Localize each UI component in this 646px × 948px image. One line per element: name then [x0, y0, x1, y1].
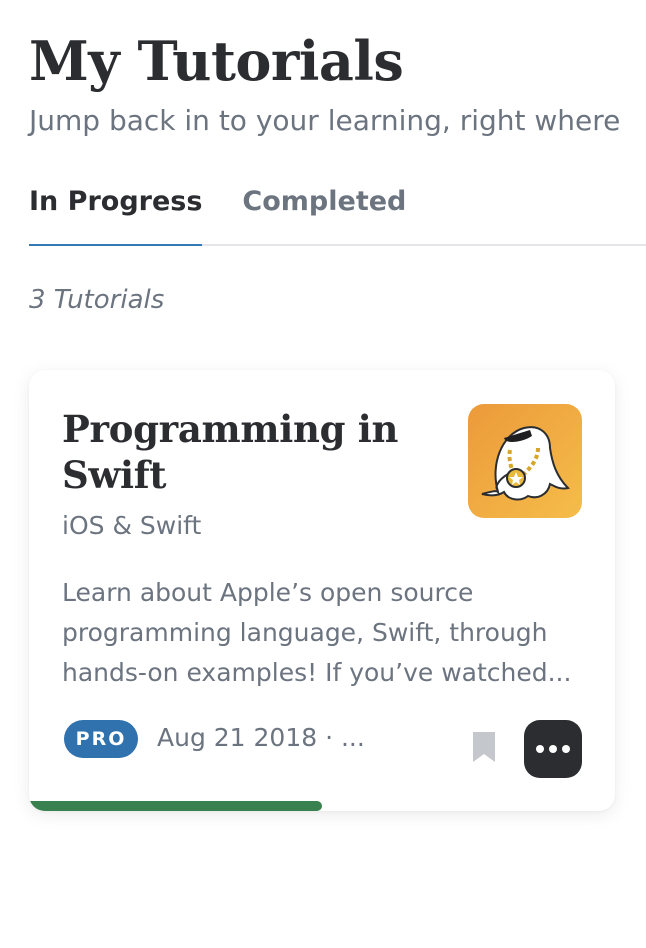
tab-in-progress[interactable]: In Progress — [29, 182, 203, 246]
card-description: Learn about Apple’s open source programm… — [62, 578, 572, 687]
more-options-button[interactable] — [524, 720, 582, 778]
tutorial-card[interactable]: Programming in Swift iOS & Swift Learn a… — [29, 370, 615, 811]
pro-badge: PRO — [64, 720, 138, 758]
bookmark-icon[interactable] — [471, 730, 497, 764]
card-meta: Aug 21 2018 · ... — [157, 723, 365, 752]
progress-bar — [29, 801, 615, 811]
progress-bar-fill — [29, 801, 322, 811]
tutorial-count: 3 Tutorials — [29, 285, 165, 315]
tab-bar: In Progress Completed — [29, 182, 646, 246]
tab-completed[interactable]: Completed — [242, 182, 406, 244]
card-category: iOS & Swift — [62, 511, 202, 540]
more-options-icon — [536, 745, 544, 753]
page-subtitle: Jump back in to your learning, right whe… — [29, 104, 621, 137]
ghost-mascot-icon — [468, 404, 582, 518]
card-title: Programming in Swift — [62, 407, 399, 497]
page-title: My Tutorials — [29, 29, 404, 93]
